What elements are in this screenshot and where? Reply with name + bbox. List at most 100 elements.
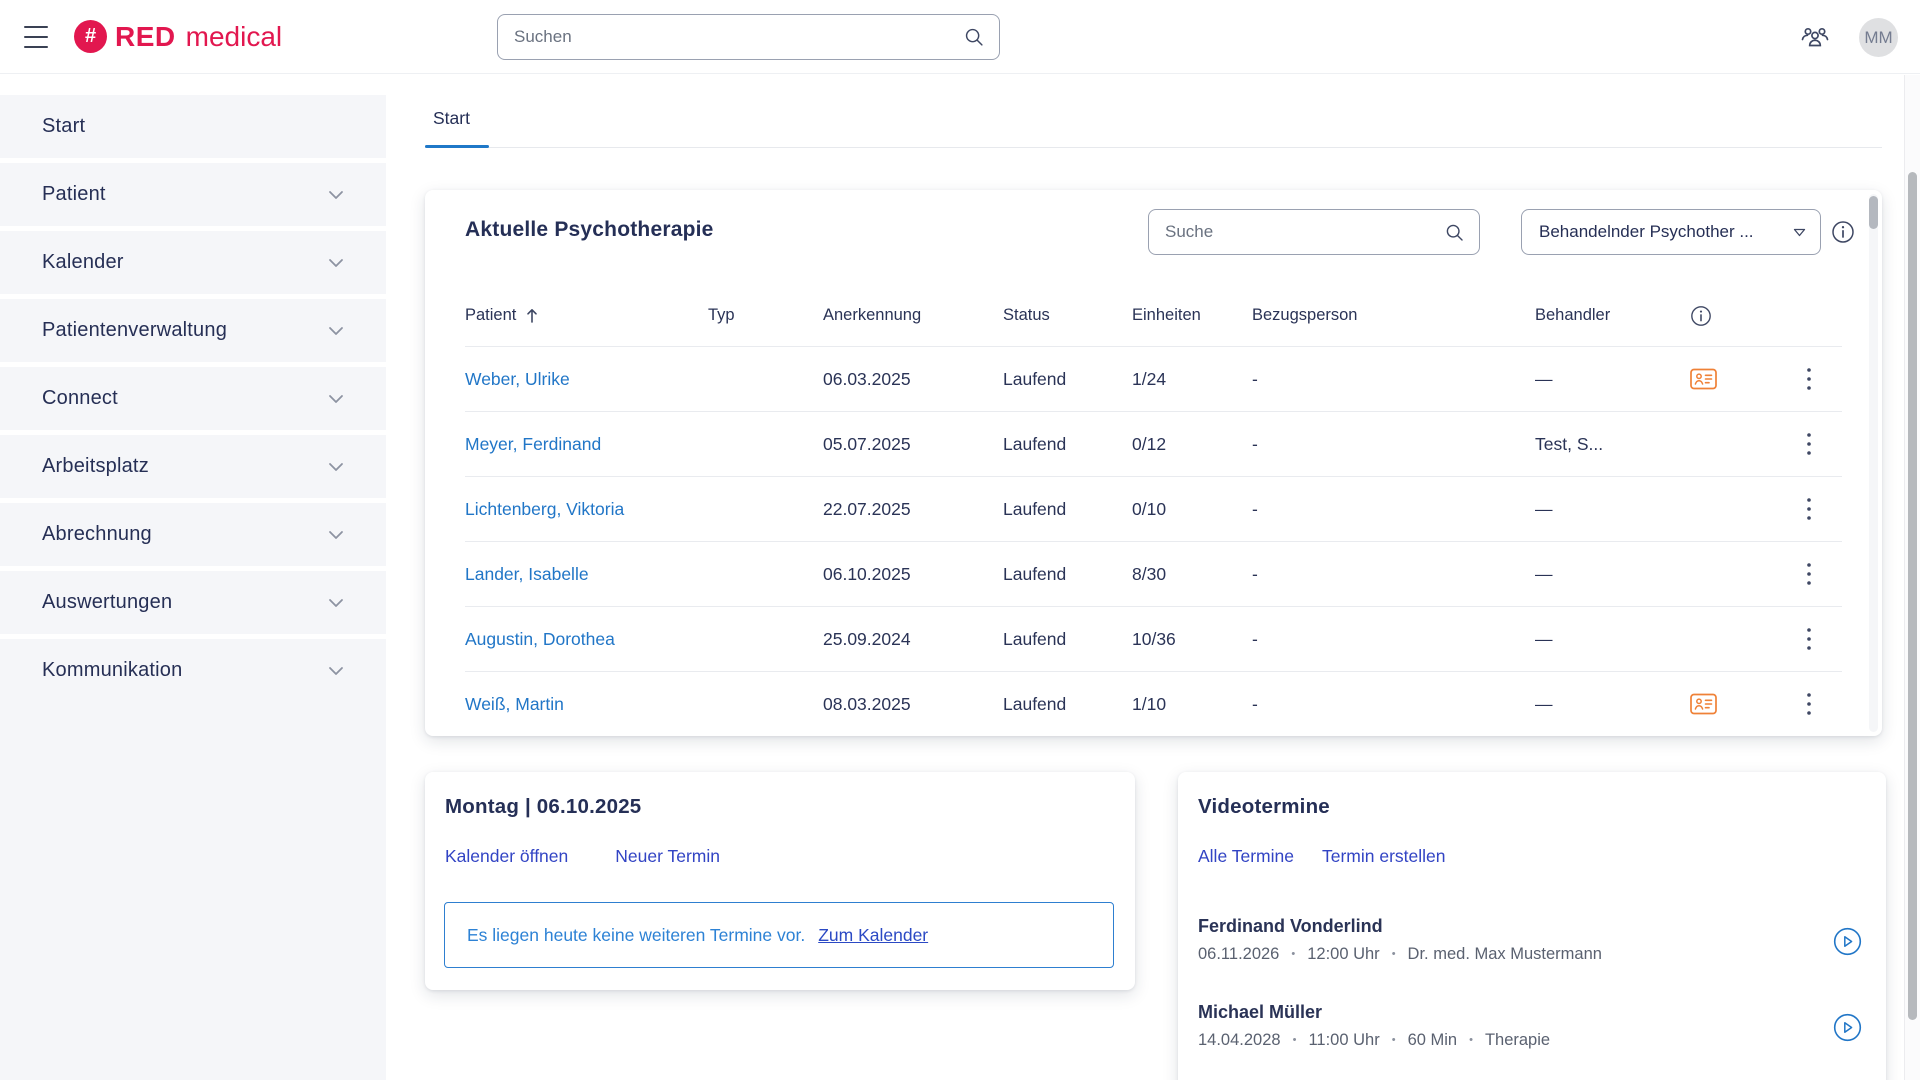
video-card-title: Videotermine [1198, 795, 1330, 819]
sidebar-item-label: Arbeitsplatz [42, 455, 149, 478]
users-group-icon[interactable] [1799, 24, 1831, 56]
cell-bezugsperson: - [1252, 629, 1535, 650]
table-row: Augustin, Dorothea 25.09.2024 Laufend 10… [465, 607, 1842, 672]
cell-behandler: — [1535, 564, 1690, 585]
column-header-info [1690, 305, 1775, 327]
row-menu-button[interactable] [1775, 626, 1842, 652]
tabs-divider [425, 147, 1882, 148]
sidebar-item-label: Patient [42, 183, 106, 206]
patient-link[interactable]: Lander, Isabelle [465, 564, 589, 584]
sidebar-item-patientenverwaltung[interactable]: Patientenverwaltung [0, 299, 386, 362]
cell-behandler: Test, S... [1535, 434, 1690, 455]
column-header-patient[interactable]: Patient [465, 306, 708, 325]
search-icon [1444, 222, 1465, 243]
new-appointment-link[interactable]: Neuer Termin [615, 846, 720, 867]
cell-einheiten: 0/12 [1132, 434, 1252, 455]
cell-status: Laufend [1003, 694, 1132, 715]
row-menu-button[interactable] [1775, 366, 1842, 392]
patient-link[interactable]: Lichtenberg, Viktoria [465, 499, 624, 519]
sidebar-item-arbeitsplatz[interactable]: Arbeitsplatz [0, 435, 386, 498]
chevron-down-icon [328, 326, 344, 336]
sidebar-item-kalender[interactable]: Kalender [0, 231, 386, 294]
create-appointment-link[interactable]: Termin erstellen [1322, 846, 1446, 867]
start-video-call-icon[interactable] [1833, 927, 1862, 961]
sidebar-item-abrechnung[interactable]: Abrechnung [0, 503, 386, 566]
cell-einheiten: 1/24 [1132, 369, 1252, 390]
chevron-down-icon [328, 598, 344, 608]
start-video-call-icon[interactable] [1833, 1013, 1862, 1047]
logo-hash-icon: # [74, 20, 107, 53]
cell-behandler: — [1535, 629, 1690, 650]
column-header-typ[interactable]: Typ [708, 306, 823, 325]
cell-bezugsperson: - [1252, 564, 1535, 585]
logo-text-red: RED [115, 21, 176, 53]
row-menu-button[interactable] [1775, 496, 1842, 522]
sidebar-item-patient[interactable]: Patient [0, 163, 386, 226]
patient-link[interactable]: Weiß, Martin [465, 694, 564, 714]
chevron-down-icon [328, 258, 344, 268]
patient-link[interactable]: Augustin, Dorothea [465, 629, 615, 649]
video-appointment-meta: 06.11.2026•12:00 Uhr•Dr. med. Max Muster… [1198, 943, 1802, 965]
id-card-icon [1690, 368, 1717, 390]
today-card-links: Kalender öffnen Neuer Termin [445, 846, 720, 867]
column-header-anerkennung[interactable]: Anerkennung [823, 306, 1003, 325]
meta-separator-dot: • [1293, 1029, 1297, 1051]
tab-start[interactable]: Start [433, 108, 470, 129]
column-header-status[interactable]: Status [1003, 306, 1132, 325]
table-row: Weber, Ulrike 06.03.2025 Laufend 1/24 - … [465, 347, 1842, 412]
sidebar-item-label: Start [42, 115, 85, 138]
sidebar-item-label: Auswertungen [42, 591, 172, 614]
column-header-behandler[interactable]: Behandler [1535, 306, 1690, 325]
page-scrollbar-thumb[interactable] [1908, 172, 1917, 1020]
row-menu-button[interactable] [1775, 691, 1842, 717]
video-appointment-name: Michael Müller [1198, 1000, 1802, 1024]
therapy-card: Aktuelle Psychotherapie Behandelnder Psy… [425, 190, 1882, 736]
patient-link[interactable]: Weber, Ulrike [465, 369, 570, 389]
card-scrollbar-thumb[interactable] [1869, 196, 1878, 229]
to-calendar-link[interactable]: Zum Kalender [818, 925, 928, 946]
global-search-input[interactable] [514, 27, 963, 47]
info-icon[interactable] [1831, 220, 1855, 249]
cell-behandler: — [1535, 694, 1690, 715]
meta-separator-dot: • [1392, 1029, 1396, 1051]
column-header-einheiten[interactable]: Einheiten [1132, 306, 1252, 325]
cell-anerkennung: 05.07.2025 [823, 434, 1003, 455]
column-header-bezugsperson[interactable]: Bezugsperson [1252, 306, 1535, 325]
open-calendar-link[interactable]: Kalender öffnen [445, 846, 568, 867]
cell-anerkennung: 22.07.2025 [823, 499, 1003, 520]
all-appointments-link[interactable]: Alle Termine [1198, 846, 1294, 867]
user-avatar[interactable]: MM [1859, 18, 1898, 57]
chevron-down-icon [328, 190, 344, 200]
therapy-search-input[interactable] [1165, 222, 1444, 242]
sidebar-item-label: Patientenverwaltung [42, 319, 227, 342]
hamburger-menu-icon[interactable] [24, 26, 50, 48]
row-menu-button[interactable] [1775, 431, 1842, 457]
cell-status: Laufend [1003, 564, 1132, 585]
sidebar-item-start[interactable]: Start [0, 95, 386, 158]
sidebar-item-auswertungen[interactable]: Auswertungen [0, 571, 386, 634]
cell-anerkennung: 06.10.2025 [823, 564, 1003, 585]
chevron-down-icon [328, 462, 344, 472]
cell-einheiten: 1/10 [1132, 694, 1252, 715]
sidebar-item-label: Connect [42, 387, 118, 410]
cell-einheiten: 10/36 [1132, 629, 1252, 650]
sidebar-nav: Start Patient Kalender Patientenverwaltu… [0, 95, 386, 707]
behandler-filter-dropdown[interactable]: Behandelnder Psychother ... [1521, 209, 1821, 255]
cell-anerkennung: 08.03.2025 [823, 694, 1003, 715]
notice-text: Es liegen heute keine weiteren Termine v… [467, 925, 805, 946]
cell-behandler: — [1535, 499, 1690, 520]
cell-anerkennung: 25.09.2024 [823, 629, 1003, 650]
red-medical-logo: # RED medical [74, 20, 282, 53]
behandler-filter-value: Behandelnder Psychother ... [1539, 222, 1793, 242]
patient-link[interactable]: Meyer, Ferdinand [465, 434, 601, 454]
page: # RED medical MM Start Patie [0, 0, 1920, 1080]
cell-behandler: — [1535, 369, 1690, 390]
sidebar-item-connect[interactable]: Connect [0, 367, 386, 430]
therapy-search [1148, 209, 1480, 255]
therapy-table-header: Patient Typ Anerkennung Status Einheiten… [465, 285, 1842, 347]
cell-einheiten: 8/30 [1132, 564, 1252, 585]
today-card: Montag | 06.10.2025 Kalender öffnen Neue… [425, 772, 1135, 990]
cell-bezugsperson: - [1252, 434, 1535, 455]
row-menu-button[interactable] [1775, 561, 1842, 587]
info-icon[interactable] [1690, 305, 1712, 327]
